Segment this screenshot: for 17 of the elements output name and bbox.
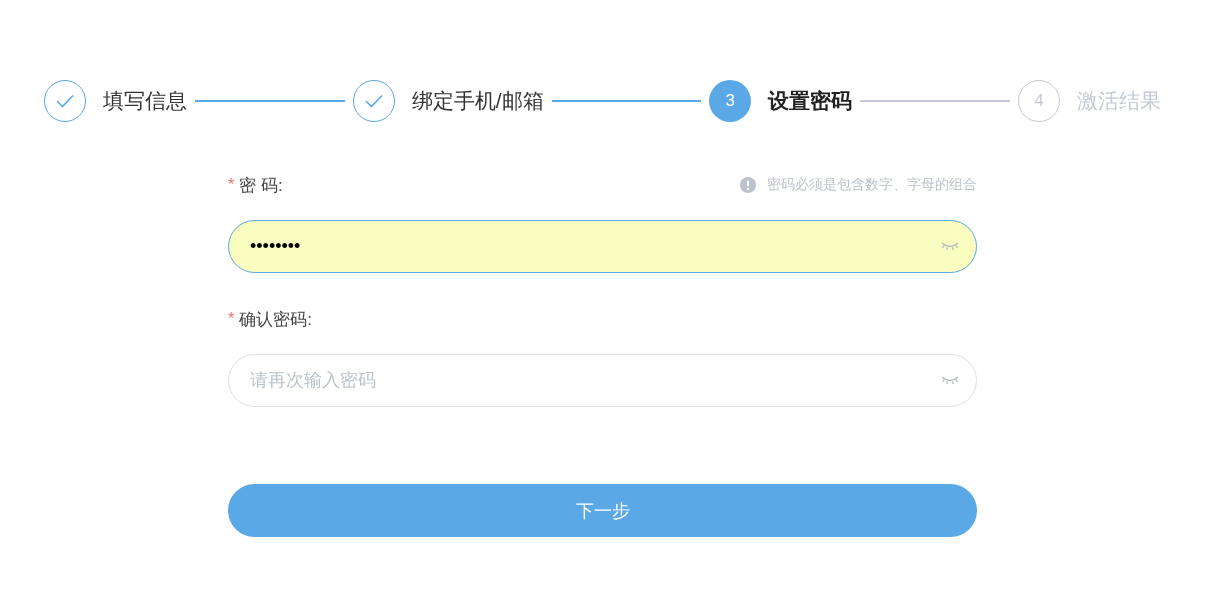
field-label: 确认密码: xyxy=(239,308,312,331)
password-field[interactable]: 请再次输入密码 xyxy=(228,354,977,407)
closed-eye-icon[interactable] xyxy=(941,242,959,251)
step-label: 填写信息 xyxy=(103,88,187,114)
checkmark-icon xyxy=(56,94,74,108)
required-mark: * xyxy=(228,310,235,328)
step-circle: 3 xyxy=(709,80,752,122)
required-mark: * xyxy=(228,176,235,194)
step-label: 设置密码 xyxy=(768,88,853,114)
step-label: 激活结果 xyxy=(1077,88,1161,114)
step-label: 绑定手机/邮箱 xyxy=(411,88,544,114)
checkmark-icon xyxy=(364,94,383,108)
closed-eye-icon[interactable] xyxy=(941,376,959,385)
field-label: 密 码: xyxy=(239,174,283,197)
hint-text: 密码必须是包含数字、字母的组合 xyxy=(767,176,977,194)
password-field[interactable]: •••••••• xyxy=(228,220,977,273)
exclamation-icon xyxy=(740,177,756,193)
